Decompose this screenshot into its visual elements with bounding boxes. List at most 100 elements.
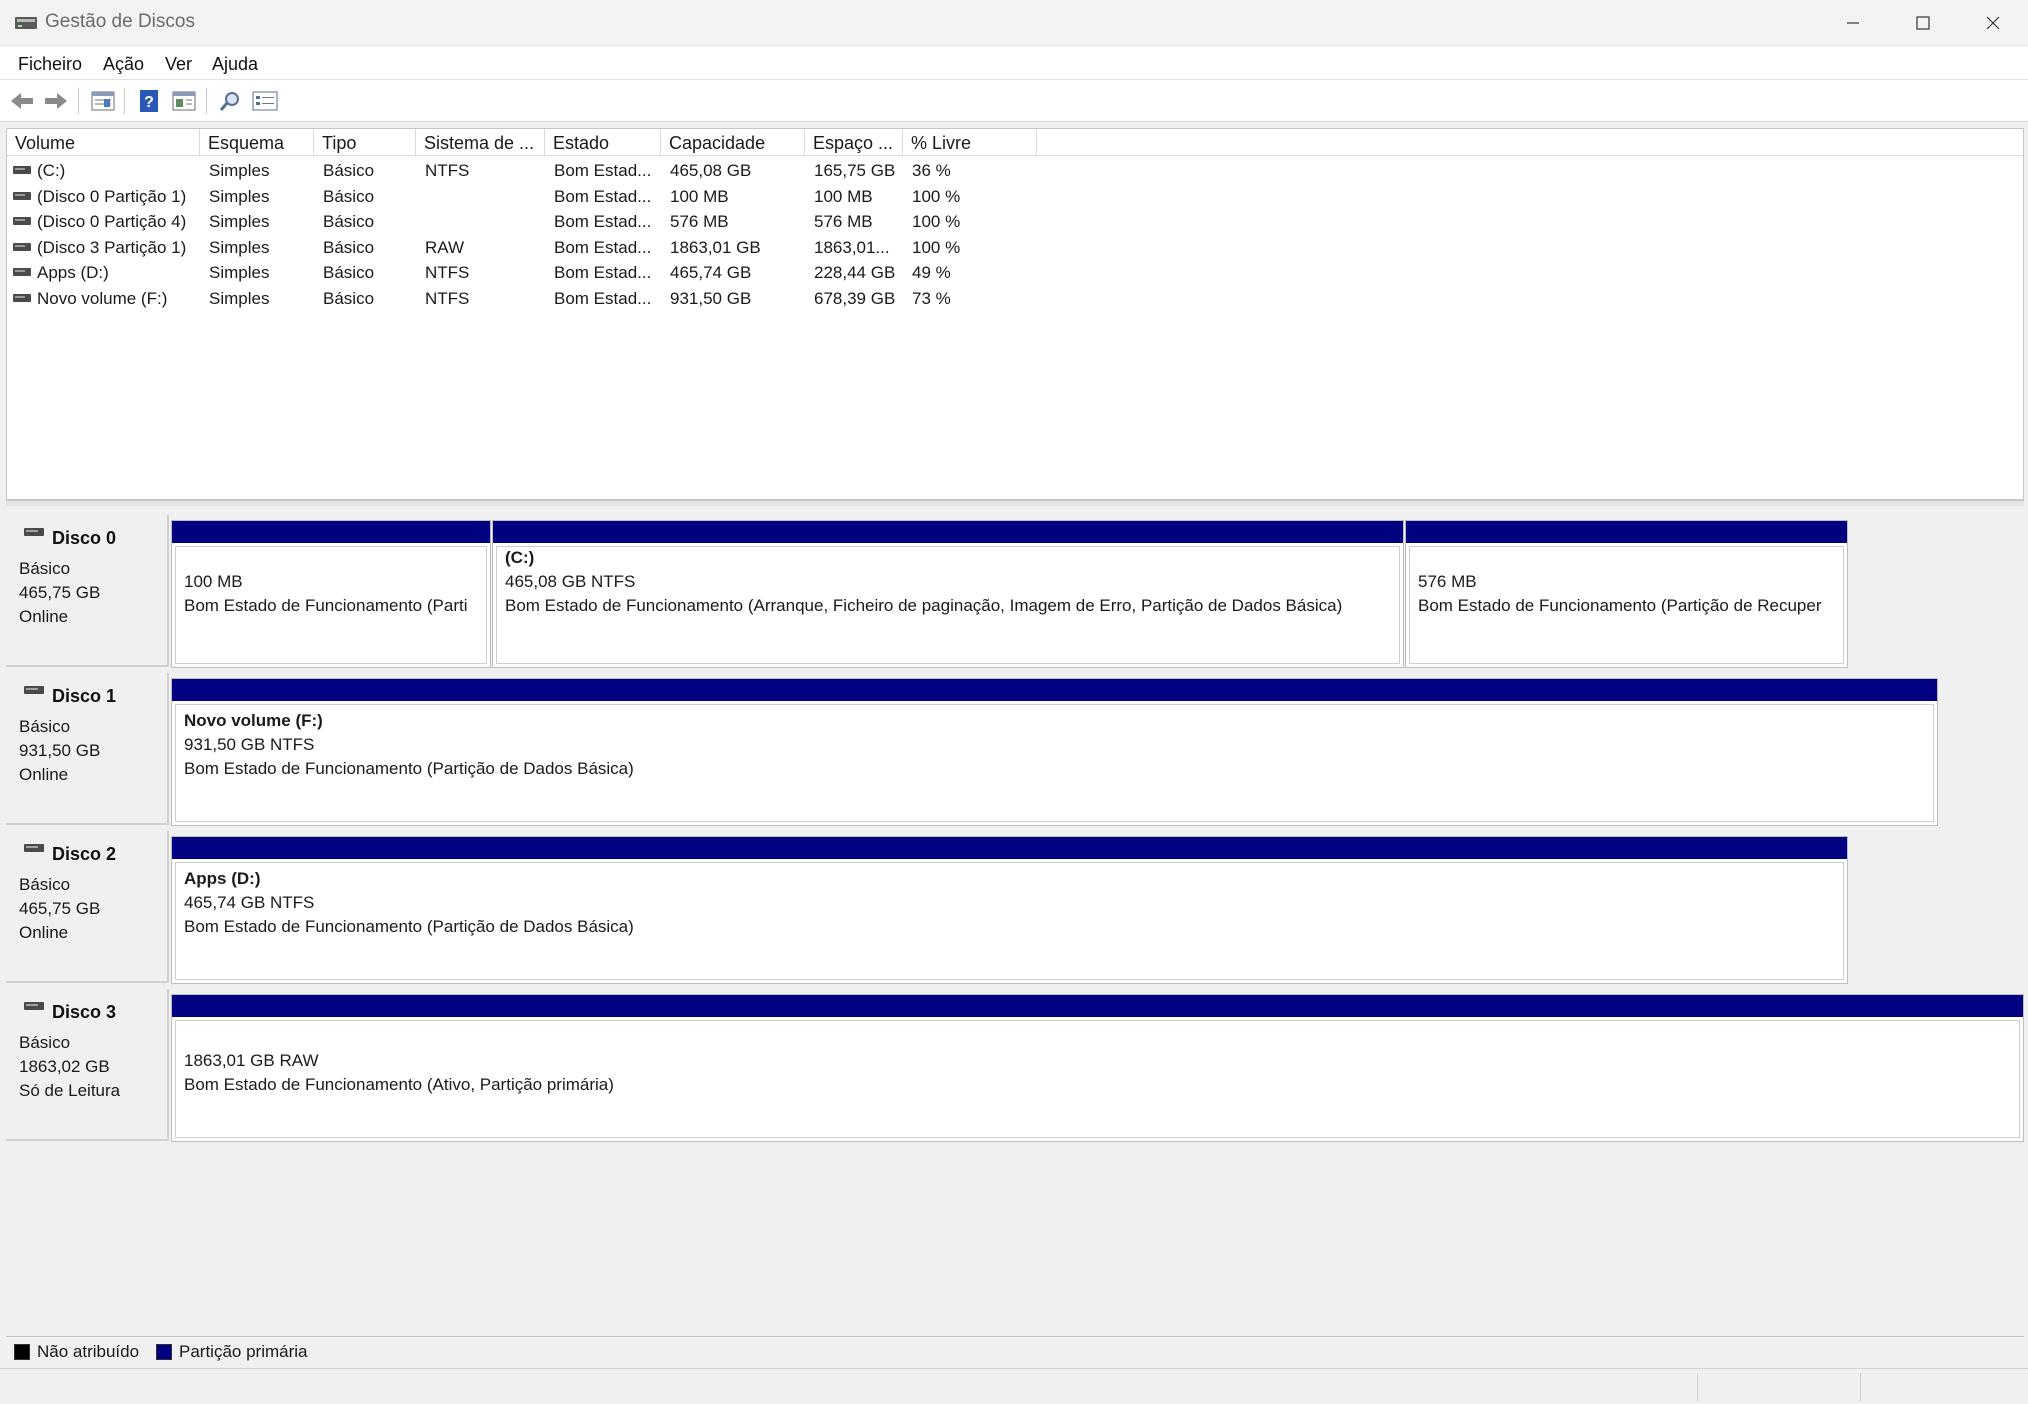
partition-status: Bom Estado de Funcionamento (Partição de… [1418, 596, 1822, 615]
disk-type: Básico [19, 1033, 71, 1052]
cell-esquema: Simples [209, 288, 270, 308]
cell-espaco: 165,75 GB [814, 161, 896, 180]
disk-size: 1863,02 GB [19, 1057, 110, 1076]
rescan-icon [219, 92, 239, 111]
column-header-estado[interactable]: Estado [545, 129, 661, 156]
cell-sistema: NTFS [425, 288, 470, 308]
partition-c[interactable]: (C:) 465,08 GB NTFS Bom Estado de Funcio… [492, 520, 1404, 668]
disk-status: Online [19, 607, 69, 626]
disk-size: 465,75 GB [19, 899, 101, 918]
column-header-capacidade[interactable]: Capacidade [661, 129, 805, 156]
minimize-button[interactable] [1818, 0, 1888, 46]
column-header-sistema[interactable]: Sistema de ... [416, 129, 545, 156]
legend-label-primary: Partição primária [179, 1342, 308, 1361]
drive-icon [13, 166, 31, 174]
disk-3-info[interactable]: Disco 3 Básico 1863,02 GB Só de Leitura [6, 989, 169, 1141]
settings-list-button[interactable] [251, 87, 279, 115]
cell-esquema: Simples [209, 237, 270, 257]
rescan-button[interactable] [216, 87, 244, 115]
partition-disk3-1[interactable]: 1863,01 GB RAW Bom Estado de Funcionamen… [171, 994, 2024, 1142]
disk-2-info[interactable]: Disco 2 Básico 465,75 GB Online [6, 831, 169, 983]
disk-icon [24, 528, 44, 536]
cell-esquema: Simples [209, 186, 270, 206]
volume-row[interactable]: (Disco 0 Partição 4) Simples Básico Bom … [7, 210, 2023, 236]
column-header-espaco[interactable]: Espaço ... [805, 129, 903, 156]
cell-livre: 100 % [912, 237, 961, 257]
back-button[interactable] [8, 87, 36, 115]
properties-panel-button[interactable] [170, 87, 198, 115]
cell-esquema: Simples [209, 212, 270, 231]
cell-livre: 100 % [912, 186, 961, 206]
cell-livre: 100 % [912, 212, 961, 231]
maximize-button[interactable] [1888, 0, 1958, 46]
close-button[interactable] [1958, 0, 2028, 46]
column-header-volume[interactable]: Volume [7, 129, 200, 156]
volume-row[interactable]: (Disco 3 Partição 1) Simples Básico RAW … [7, 236, 2023, 262]
disk-type: Básico [19, 875, 71, 894]
cell-capacidade: 100 MB [670, 186, 729, 206]
partition-f[interactable]: Novo volume (F:) 931,50 GB NTFS Bom Esta… [171, 678, 1938, 826]
volume-row[interactable]: Novo volume (F:) Simples Básico NTFS Bom… [7, 287, 2023, 313]
drive-icon [13, 217, 31, 225]
disk-0-info[interactable]: Disco 0 Básico 465,75 GB Online [6, 515, 169, 667]
cell-estado: Bom Estad... [554, 186, 652, 206]
forward-button[interactable] [42, 87, 70, 115]
disk-graphical-view[interactable]: Disco 0 Básico 465,75 GB Online 100 MB B… [6, 508, 2024, 1336]
cell-tipo: Básico [323, 161, 375, 180]
menu-acao[interactable]: Ação [103, 54, 144, 75]
drive-icon [13, 191, 31, 200]
partition-status: Bom Estado de Funcionamento (Arranque, F… [505, 596, 1343, 615]
toolbar-separator [206, 88, 207, 114]
cell-tipo: Básico [323, 288, 375, 308]
menu-ajuda[interactable]: Ajuda [212, 54, 258, 75]
primary-partition-bar [172, 837, 1847, 859]
disk-type: Básico [19, 559, 71, 578]
column-header-esquema[interactable]: Esquema [200, 129, 314, 156]
primary-partition-bar [1406, 521, 1847, 543]
partition-body: 1863,01 GB RAW Bom Estado de Funcionamen… [175, 1020, 2020, 1138]
partition-title: Novo volume (F:) [184, 711, 323, 730]
disk-management-app-icon [14, 13, 38, 33]
volume-row[interactable]: (C:) Simples Básico NTFS Bom Estad... 46… [7, 159, 2023, 185]
cell-volume: Novo volume (F:) [37, 288, 168, 308]
partition-d[interactable]: Apps (D:) 465,74 GB NTFS Bom Estado de F… [171, 836, 1848, 984]
legend-swatch-primary [156, 1344, 172, 1360]
partition-disk0-4[interactable]: 576 MB Bom Estado de Funcionamento (Part… [1405, 520, 1848, 668]
disk-list-button[interactable] [89, 87, 117, 115]
drive-icon [13, 293, 31, 302]
cell-tipo: Básico [323, 237, 375, 257]
cell-estado: Bom Estad... [554, 263, 652, 282]
close-icon [1986, 16, 2000, 30]
status-bar-divider [1697, 1373, 1698, 1401]
cell-livre: 73 % [912, 288, 951, 308]
forward-arrow-icon [45, 93, 67, 109]
cell-volume: (Disco 0 Partição 1) [37, 186, 187, 206]
volume-row[interactable]: (Disco 0 Partição 1) Simples Básico Bom … [7, 185, 2023, 211]
disk-name: Disco 0 [52, 528, 117, 548]
status-bar [0, 1368, 2028, 1404]
column-header-livre[interactable]: % Livre [903, 129, 1037, 156]
properties-panel-icon [172, 91, 196, 111]
disk-type: Básico [19, 717, 71, 736]
disk-1-info[interactable]: Disco 1 Básico 931,50 GB Online [6, 673, 169, 825]
partition-size: 465,74 GB NTFS [184, 893, 315, 912]
volume-list-header: Volume Esquema Tipo Sistema de ... Estad… [7, 129, 2023, 156]
menu-ver[interactable]: Ver [165, 54, 192, 75]
pane-splitter[interactable] [6, 500, 2024, 506]
cell-espaco: 1863,01... [814, 237, 890, 257]
partition-body: (C:) 465,08 GB NTFS Bom Estado de Funcio… [496, 546, 1400, 664]
volume-list[interactable]: Volume Esquema Tipo Sistema de ... Estad… [6, 128, 2024, 500]
primary-partition-bar [172, 995, 2023, 1017]
primary-partition-bar [493, 521, 1403, 543]
volume-row[interactable]: Apps (D:) Simples Básico NTFS Bom Estad.… [7, 261, 2023, 287]
column-header-tipo[interactable]: Tipo [314, 129, 416, 156]
cell-capacidade: 465,74 GB [670, 263, 752, 282]
back-arrow-icon [11, 93, 33, 109]
cell-tipo: Básico [323, 186, 375, 206]
help-button[interactable]: ? [135, 87, 163, 115]
menu-ficheiro[interactable]: Ficheiro [18, 54, 82, 75]
partition-disk0-1[interactable]: 100 MB Bom Estado de Funcionamento (Part… [171, 520, 491, 668]
partition-status: Bom Estado de Funcionamento (Partição de… [184, 917, 634, 936]
cell-capacidade: 465,08 GB [670, 161, 752, 180]
cell-estado: Bom Estad... [554, 237, 652, 257]
